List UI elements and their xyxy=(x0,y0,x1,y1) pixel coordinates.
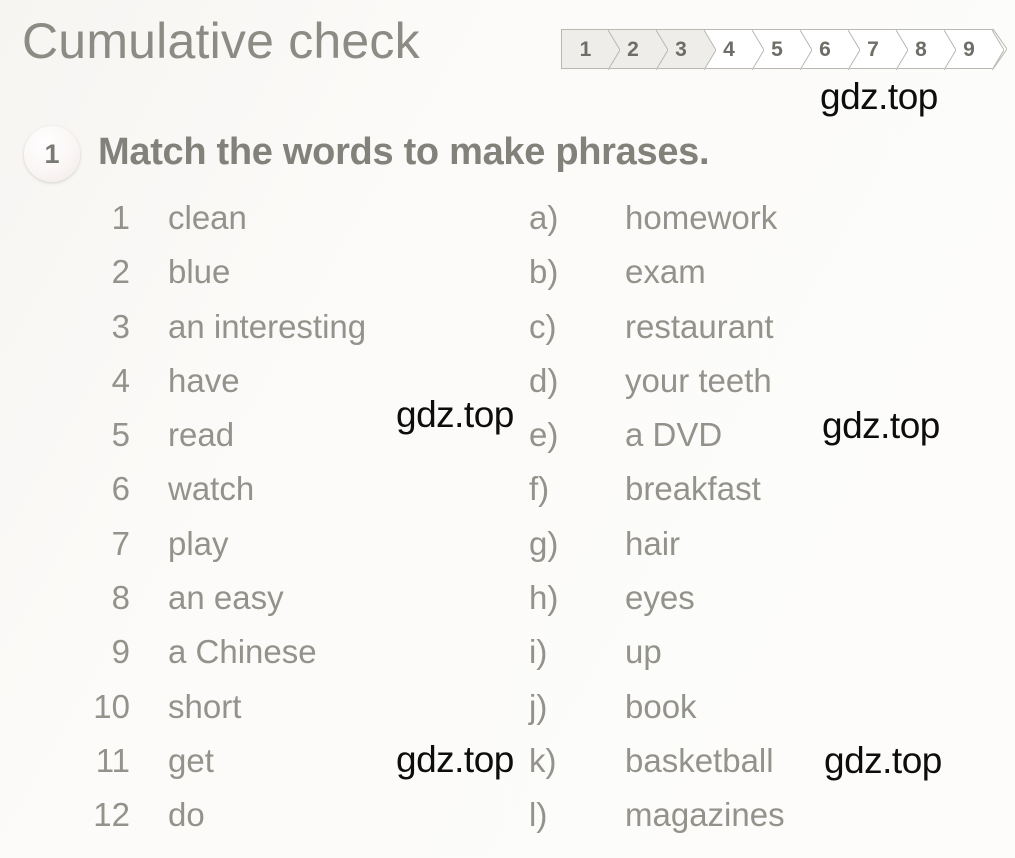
right-item-letter: i) xyxy=(529,633,548,671)
unit-strip-end-cap xyxy=(992,28,1008,70)
right-item-letter: a) xyxy=(529,199,559,236)
right-item-text[interactable]: homework xyxy=(625,198,777,238)
worksheet-page: Cumulative check 123456789 1 Match the w… xyxy=(0,0,1015,858)
unit-chevron-7[interactable]: 7 xyxy=(849,29,908,70)
right-item-text[interactable]: eyes xyxy=(625,578,695,618)
unit-chevron-9[interactable]: 9 xyxy=(945,29,1004,70)
right-item-text[interactable]: book xyxy=(625,687,697,727)
unit-chevron-label: 2 xyxy=(627,37,639,61)
matching-row: 12 do l) magazines xyxy=(0,795,1015,849)
unit-chevron-label: 1 xyxy=(579,37,592,61)
unit-chevron-1[interactable]: 1 xyxy=(561,29,620,70)
unit-chevron-label: 9 xyxy=(963,37,975,61)
right-item-text[interactable]: basketball xyxy=(625,741,774,781)
right-item-text[interactable]: breakfast xyxy=(625,469,761,509)
left-item-number: 6 xyxy=(111,470,130,508)
matching-row: 1 clean a) homework xyxy=(0,198,1015,252)
page-title: Cumulative check xyxy=(22,13,420,69)
unit-chevron-label: 4 xyxy=(723,37,735,61)
right-item-text[interactable]: restaurant xyxy=(625,307,774,347)
right-item-text[interactable]: your teeth xyxy=(625,361,772,401)
unit-chevron-label: 5 xyxy=(771,37,783,61)
right-item-letter: j) xyxy=(529,687,548,725)
unit-chevron-label: 3 xyxy=(675,37,687,61)
right-item-letter: f) xyxy=(529,470,550,508)
unit-chevron-6[interactable]: 6 xyxy=(801,29,860,70)
watermark: gdz.top xyxy=(820,76,938,117)
unit-chevron-5[interactable]: 5 xyxy=(753,29,812,70)
unit-chevron-8[interactable]: 8 xyxy=(897,29,956,70)
right-item-text[interactable]: magazines xyxy=(625,795,785,835)
unit-chevron-label: 7 xyxy=(867,37,879,61)
right-item-letter: c) xyxy=(529,307,557,345)
right-item-letter: g) xyxy=(529,524,559,562)
right-item-letter: d) xyxy=(529,361,559,399)
left-item-number: 9 xyxy=(111,633,130,671)
right-item-text[interactable]: hair xyxy=(625,524,680,564)
watermark: gdz.top xyxy=(396,394,514,435)
watermark: gdz.top xyxy=(824,740,942,781)
left-item-number: 10 xyxy=(93,687,130,725)
left-item-text[interactable]: play xyxy=(168,524,229,564)
unit-progress-strip: 1 2 3 4 5 6 7 8 9 xyxy=(561,28,1008,70)
left-item-number: 2 xyxy=(111,253,130,291)
watermark: gdz.top xyxy=(396,739,514,780)
left-item-number: 8 xyxy=(111,579,130,617)
right-item-text[interactable]: a DVD xyxy=(625,415,722,455)
matching-row: 10 short j) book xyxy=(0,687,1015,741)
left-item-text[interactable]: clean xyxy=(168,198,247,238)
left-item-number: 1 xyxy=(111,199,130,236)
left-item-number: 3 xyxy=(111,307,130,345)
matching-row: 9 a Chinese i) up xyxy=(0,632,1015,686)
right-item-text[interactable]: exam xyxy=(625,252,706,292)
watermark: gdz.top xyxy=(822,405,940,446)
left-item-text[interactable]: watch xyxy=(168,469,254,509)
right-item-letter: e) xyxy=(529,416,559,454)
exercise-number-label: 1 xyxy=(44,138,60,169)
right-item-letter: l) xyxy=(529,796,548,834)
right-item-text[interactable]: up xyxy=(625,632,662,672)
left-item-text[interactable]: an easy xyxy=(168,578,284,618)
unit-chevron-label: 8 xyxy=(915,37,927,61)
right-item-letter: k) xyxy=(529,741,557,779)
unit-chevron-2[interactable]: 2 xyxy=(609,29,668,70)
left-item-text[interactable]: read xyxy=(168,415,234,455)
left-item-number: 7 xyxy=(111,524,130,562)
matching-row: 2 blue b) exam xyxy=(0,252,1015,306)
matching-row: 6 watch f) breakfast xyxy=(0,469,1015,523)
left-item-text[interactable]: get xyxy=(168,741,214,781)
left-item-number: 12 xyxy=(93,796,130,834)
unit-chevron-3[interactable]: 3 xyxy=(657,29,716,70)
left-item-text[interactable]: do xyxy=(168,795,205,835)
left-item-text[interactable]: have xyxy=(168,361,240,401)
left-item-text[interactable]: an interesting xyxy=(168,307,366,347)
unit-chevron-4[interactable]: 4 xyxy=(705,29,764,70)
right-item-letter: h) xyxy=(529,579,559,617)
left-item-text[interactable]: a Chinese xyxy=(168,632,317,672)
left-item-text[interactable]: blue xyxy=(168,252,230,292)
left-item-text[interactable]: short xyxy=(168,687,241,727)
matching-row: 8 an easy h) eyes xyxy=(0,578,1015,632)
unit-chevron-label: 6 xyxy=(819,37,831,61)
right-item-letter: b) xyxy=(529,253,559,291)
left-item-number: 5 xyxy=(111,416,130,454)
matching-row: 7 play g) hair xyxy=(0,524,1015,578)
left-item-number: 11 xyxy=(95,741,130,779)
exercise-instruction: Match the words to make phrases. xyxy=(98,131,710,173)
exercise-number-badge: 1 xyxy=(24,126,80,182)
left-item-number: 4 xyxy=(111,361,130,399)
matching-row: 3 an interesting c) restaurant xyxy=(0,307,1015,361)
